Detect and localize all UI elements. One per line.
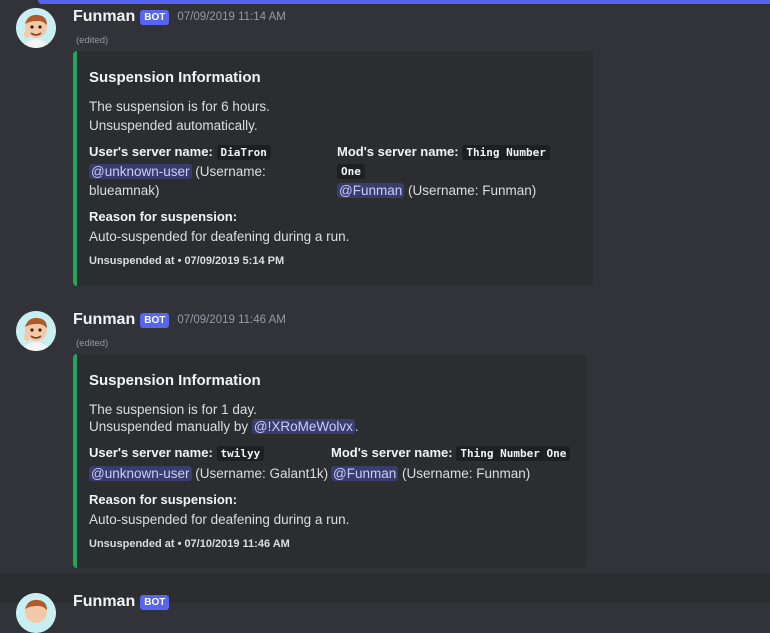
desc-text: Unsuspended manually by <box>89 419 249 434</box>
embed-description-line: The suspension is for 1 day. <box>89 402 257 417</box>
avatar-image <box>16 8 56 48</box>
user-field-name-row: User's server name: DiaTron <box>89 144 271 160</box>
footer-label: Unsuspended at <box>89 538 175 550</box>
reason-text: Auto-suspended for deafening during a ru… <box>89 512 350 527</box>
mod-username: (Username: Funman) <box>402 466 531 481</box>
bot-badge: BOT <box>140 9 170 25</box>
reason-label: Reason for suspension: <box>89 492 238 507</box>
mod-server-name: Thing Number One <box>456 446 571 461</box>
embed-description-line: Unsuspended automatically. <box>89 118 258 133</box>
user-field-label: User's server name: <box>89 144 213 159</box>
mod-mention[interactable]: @Funman <box>337 183 405 198</box>
footer-time: 07/10/2019 11:46 AM <box>184 538 290 550</box>
bot-badge: BOT <box>140 594 170 610</box>
mod-field-name-row: Mod's server name: Thing Number <box>337 144 550 160</box>
user-field-name-row: User's server name: twilyy <box>89 445 265 461</box>
avatar[interactable] <box>16 311 56 351</box>
edited-label: (edited) <box>76 338 109 349</box>
timestamp[interactable]: 07/09/2019 11:14 AM <box>177 11 286 23</box>
username[interactable]: Funman <box>73 8 135 26</box>
reason-label: Reason for suspension: <box>89 209 238 224</box>
mod-field-label: Mod's server name: <box>331 445 453 460</box>
message: Funman BOT 07/09/2019 11:14 AM (edited) … <box>0 0 770 290</box>
mod-field-value-row: @Funman (Username: Funman) <box>337 183 536 198</box>
mod-username: (Username: Funman) <box>408 183 537 198</box>
mod-server-name: Thing Number <box>462 145 550 160</box>
username[interactable]: Funman <box>73 593 135 611</box>
user-mention[interactable]: @unknown-user <box>89 466 192 481</box>
user-field-value-row: @unknown-user (Username: <box>89 164 266 179</box>
user-username-cont: blueamnak) <box>89 183 160 198</box>
user-field-label: User's server name: <box>89 445 213 460</box>
timestamp[interactable]: 07/09/2019 11:46 AM <box>177 314 286 326</box>
message: Funman BOT 07/09/2019 11:46 AM (edited) … <box>0 303 770 573</box>
avatar[interactable] <box>16 593 56 633</box>
embed-description-line: The suspension is for 6 hours. <box>89 99 270 114</box>
mod-server-name-cont: One <box>337 164 365 179</box>
user-username: (Username: Galant1k) <box>195 466 329 481</box>
mod-field-label: Mod's server name: <box>337 144 459 159</box>
suspension-embed: Suspension Information The suspension is… <box>73 354 587 568</box>
user-server-name: DiaTron <box>216 145 271 160</box>
bot-badge: BOT <box>140 312 170 328</box>
moderator-mention[interactable]: @!XRoMeWolvx <box>251 419 355 434</box>
mod-server-name-cont-row: One <box>337 163 365 179</box>
embed-footer: Unsuspended at • 07/09/2019 5:14 PM <box>89 255 284 267</box>
footer-time: 07/09/2019 5:14 PM <box>184 255 285 267</box>
footer-label: Unsuspended at <box>89 255 175 267</box>
desc-end: . <box>354 419 359 434</box>
user-field-value-row: @unknown-user (Username: Galant1k) <box>89 466 328 481</box>
embed-footer: Unsuspended at • 07/10/2019 11:46 AM <box>89 538 290 550</box>
footer-separator: • <box>177 538 182 550</box>
embed-title: Suspension Information <box>89 69 261 86</box>
suspension-embed: Suspension Information The suspension is… <box>73 51 593 286</box>
embed-title: Suspension Information <box>89 372 261 389</box>
user-username: (Username: <box>195 164 266 179</box>
avatar-image <box>16 593 56 633</box>
username[interactable]: Funman <box>73 311 135 329</box>
edited-label: (edited) <box>76 35 109 46</box>
user-server-name: twilyy <box>216 446 265 461</box>
avatar-image <box>16 311 56 351</box>
user-mention[interactable]: @unknown-user <box>89 164 192 179</box>
reason-text: Auto-suspended for deafening during a ru… <box>89 229 350 244</box>
mod-mention[interactable]: @Funman <box>331 466 399 481</box>
embed-description-line-2: Unsuspended manually by @!XRoMeWolvx. <box>89 419 359 434</box>
footer-separator: • <box>177 255 182 267</box>
avatar[interactable] <box>16 8 56 48</box>
mod-field-name-row: Mod's server name: Thing Number One <box>331 445 571 461</box>
mod-field-value-row: @Funman (Username: Funman) <box>331 466 530 481</box>
